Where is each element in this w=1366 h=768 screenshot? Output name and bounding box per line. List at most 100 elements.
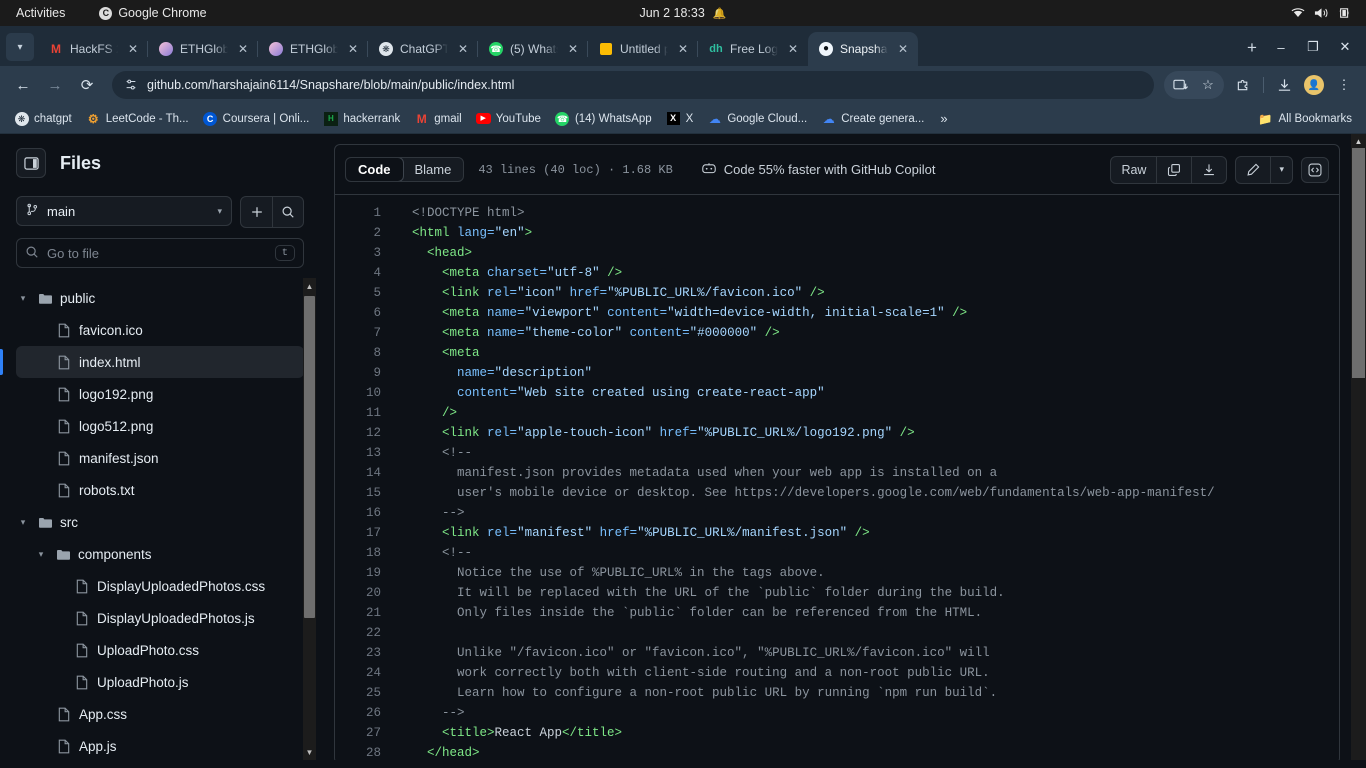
minimize-button[interactable]: – [1266,34,1296,60]
tree-file-row[interactable]: UploadPhoto.js [16,666,304,698]
tune-icon[interactable] [124,78,138,92]
downloads-icon[interactable] [1270,71,1298,99]
bookmark-item[interactable]: ▶ YouTube [470,108,547,129]
code-brackets-icon[interactable] [1301,156,1329,183]
bookmark-item[interactable]: Hhackerrank [317,108,406,129]
browser-tab-2[interactable]: ETHGlobal ✕ [257,32,368,66]
bookmark-item[interactable]: ❋ chatgpt [8,108,78,129]
bookmark-item[interactable]: C Coursera | Onli... [197,108,316,129]
tab-close-icon[interactable]: ✕ [784,40,802,58]
code-line[interactable]: 5 <link rel="icon" href="%PUBLIC_URL%/fa… [335,283,1339,303]
tab-close-icon[interactable]: ✕ [674,40,692,58]
code-line[interactable]: 16 --> [335,503,1339,523]
tab-close-icon[interactable]: ✕ [344,40,362,58]
install-app-icon[interactable] [1166,71,1194,99]
code-line[interactable]: 1 <!DOCTYPE html> [335,203,1339,223]
tree-file-row[interactable]: UploadPhoto.css [16,634,304,666]
tab-close-icon[interactable]: ✕ [454,40,472,58]
code-line[interactable]: 13 <!-- [335,443,1339,463]
code-line[interactable]: 8 <meta [335,343,1339,363]
system-tray[interactable] [1291,7,1356,19]
browser-tab-4[interactable]: ☎ (5) WhatsA ✕ [477,32,588,66]
code-lines[interactable]: 1 <!DOCTYPE html> 2 <html lang="en"> 3 <he… [335,195,1339,760]
new-tab-button[interactable]: + [1238,34,1266,62]
tree-folder-row[interactable]: ▾ public [16,282,304,314]
code-line[interactable]: 4 <meta charset="utf-8" /> [335,263,1339,283]
code-line[interactable]: 25 Learn how to configure a non-root pub… [335,683,1339,703]
chevron-down-icon[interactable]: ▾ [34,549,48,560]
tab-close-icon[interactable]: ✕ [564,40,582,58]
active-app-indicator[interactable]: C Google Chrome [99,6,207,20]
tree-file-row[interactable]: favicon.ico [16,314,304,346]
code-line[interactable]: 15 user's mobile device or desktop. See … [335,483,1339,503]
scroll-down-arrow-icon[interactable]: ▼ [303,744,316,760]
tab-close-icon[interactable]: ✕ [124,40,142,58]
code-line[interactable]: 27 <title>React App</title> [335,723,1339,743]
tree-file-row[interactable]: DisplayUploadedPhotos.js [16,602,304,634]
bookmark-item[interactable]: XX [660,108,700,129]
tree-file-row[interactable]: DisplayUploadedPhotos.css [16,570,304,602]
forward-button[interactable]: → [40,70,70,100]
back-button[interactable]: ← [8,70,38,100]
code-line[interactable]: 23 Unlike "/favicon.ico" or "favicon.ico… [335,643,1339,663]
tab-blame[interactable]: Blame [403,158,464,181]
code-line[interactable]: 22 [335,623,1339,643]
tab-close-icon[interactable]: ✕ [894,40,912,58]
page-scroll-up-arrow-icon[interactable]: ▲ [1351,134,1366,148]
tree-file-row[interactable]: index.html [0,346,304,378]
tab-close-icon[interactable]: ✕ [234,40,252,58]
code-line[interactable]: 7 <meta name="theme-color" content="#000… [335,323,1339,343]
extensions-icon[interactable] [1229,71,1257,99]
branch-selector[interactable]: main ▾ [16,196,232,226]
maximize-button[interactable]: ❐ [1298,34,1328,60]
sidebar-scrollbar-thumb[interactable] [304,296,315,618]
download-icon[interactable] [1191,156,1226,183]
tree-folder-row[interactable]: ▾ src [16,506,304,538]
raw-button[interactable]: Raw [1111,157,1156,183]
tree-file-row[interactable]: App.js [16,730,304,760]
scroll-up-arrow-icon[interactable]: ▲ [303,278,316,294]
code-line[interactable]: 14 manifest.json provides metadata used … [335,463,1339,483]
copilot-promo[interactable]: Code 55% faster with GitHub Copilot [701,161,936,178]
browser-tab-6[interactable]: dh Free Logo ✕ [697,32,808,66]
chevron-down-icon[interactable]: ▾ [16,293,30,304]
add-file-button[interactable] [241,197,272,227]
all-bookmarks-button[interactable]: 📁 All Bookmarks [1252,109,1358,129]
sidebar-scrollbar[interactable]: ▲ ▼ [303,278,316,760]
code-line[interactable]: 28 </head> [335,743,1339,760]
address-bar[interactable]: github.com/harshajain6114/Snapshare/blob… [112,71,1154,99]
copy-icon[interactable] [1156,156,1191,183]
reload-button[interactable]: ⟳ [72,70,102,100]
tab-search-chevron-down-icon[interactable]: ▾ [6,33,34,61]
bookmark-item[interactable]: ☁ Google Cloud... [701,108,813,129]
bookmark-star-icon[interactable]: ☆ [1194,71,1222,99]
code-line[interactable]: 24 work correctly both with client-side … [335,663,1339,683]
browser-tab-5[interactable]: Untitled p ✕ [587,32,698,66]
go-to-file-input[interactable]: Go to file t [16,238,304,268]
edit-chevron-down-icon[interactable]: ▾ [1270,156,1292,183]
code-line[interactable]: 20 It will be replaced with the URL of t… [335,583,1339,603]
bookmark-item[interactable]: ⚙ LeetCode - Th... [80,108,195,129]
browser-tab-0[interactable]: M HackFS 20 ✕ [38,32,148,66]
code-line[interactable]: 26 --> [335,703,1339,723]
chevron-down-icon[interactable]: ▾ [16,517,30,528]
activities-button[interactable]: Activities [10,6,71,20]
code-line[interactable]: 17 <link rel="manifest" href="%PUBLIC_UR… [335,523,1339,543]
code-line[interactable]: 18 <!-- [335,543,1339,563]
tab-code[interactable]: Code [346,158,404,181]
bookmarks-overflow-button[interactable]: » [932,108,955,129]
page-scrollbar[interactable]: ▲ [1351,134,1366,760]
code-line[interactable]: 12 <link rel="apple-touch-icon" href="%P… [335,423,1339,443]
code-line[interactable]: 21 Only files inside the `public` folder… [335,603,1339,623]
browser-tab-1[interactable]: ETHGlobal ✕ [147,32,258,66]
search-button[interactable] [272,197,303,227]
tree-file-row[interactable]: logo192.png [16,378,304,410]
page-scrollbar-thumb[interactable] [1352,148,1365,378]
code-line[interactable]: 19 Notice the use of %PUBLIC_URL% in the… [335,563,1339,583]
tree-file-row[interactable]: manifest.json [16,442,304,474]
bookmark-item[interactable]: ☎ (14) WhatsApp [549,108,658,129]
bookmark-item[interactable]: Mgmail [408,108,467,129]
bookmark-item[interactable]: ☁ Create genera... [815,108,930,129]
chrome-menu-icon[interactable]: ⋮ [1330,71,1358,99]
sidebar-collapse-icon[interactable] [16,148,46,178]
